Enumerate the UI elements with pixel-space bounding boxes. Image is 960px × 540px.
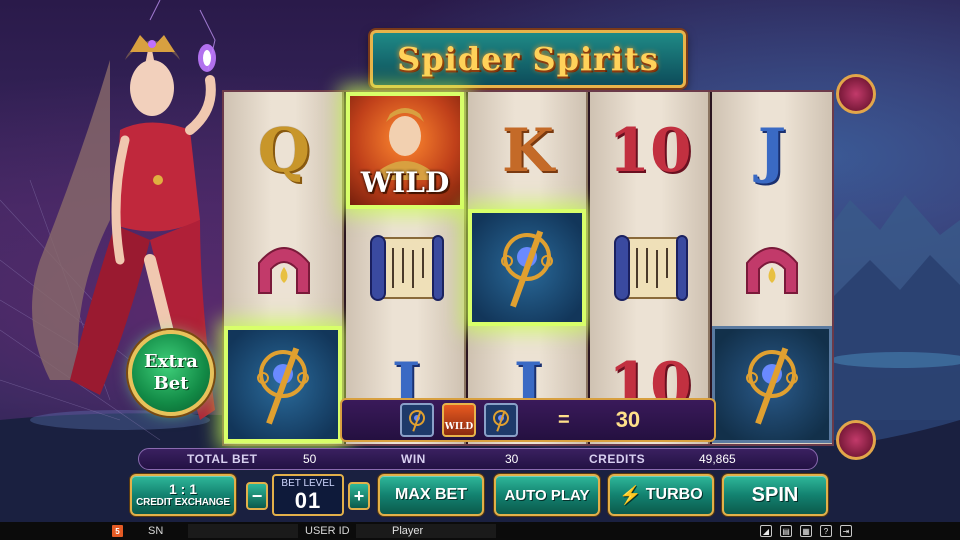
symbol-10: 10 xyxy=(608,115,692,186)
win-line-amount: 30 xyxy=(615,407,641,432)
symbol-q: Q xyxy=(257,115,311,186)
sound-icon[interactable]: ◢ xyxy=(760,525,772,537)
wild-symbol: WILD xyxy=(346,92,464,209)
reel-frame-ornament-icon xyxy=(836,74,876,114)
turbo-button[interactable]: ⚡ TURBO xyxy=(608,474,714,516)
max-bet-button[interactable]: MAX BET xyxy=(378,474,484,516)
bet-level-label: BET LEVEL xyxy=(281,477,335,489)
staff-icon xyxy=(484,403,518,437)
win-equals: = xyxy=(558,408,570,431)
history-icon[interactable]: ▤ xyxy=(780,525,792,537)
wild-label: WILD xyxy=(360,166,450,199)
max-bet-label: MAX BET xyxy=(395,486,467,503)
auto-play-button[interactable]: AUTO PLAY xyxy=(494,474,600,516)
symbol-k: K xyxy=(501,115,555,186)
reel-frame-ornament-icon xyxy=(836,420,876,460)
extra-bet-button[interactable]: Extra Bet xyxy=(128,330,214,416)
exit-icon[interactable]: ⇥ xyxy=(840,525,852,537)
html5-icon: 5 xyxy=(112,525,123,537)
credit-exchange-ratio: 1 : 1 xyxy=(168,480,197,497)
credits-label: CREDITS xyxy=(589,452,646,466)
credit-exchange-label: CREDIT EXCHANGE xyxy=(136,496,230,508)
reel-4: 10 10 xyxy=(590,92,710,444)
game-stage: Spider Spirits Q J WILD K J 10 10 J WILD… xyxy=(0,0,960,522)
sn-label: SN xyxy=(148,525,164,537)
game-title: Spider Spirits xyxy=(397,40,659,78)
staff-icon xyxy=(224,326,342,443)
lightning-icon: ⚡ xyxy=(619,484,642,505)
extra-bet-label-line1: Extra xyxy=(144,351,198,372)
credits-value: 49,865 xyxy=(699,452,736,466)
help-icon[interactable]: ? xyxy=(820,525,832,537)
bet-increase-button[interactable]: + xyxy=(348,482,370,510)
win-label: WIN xyxy=(401,452,426,466)
arch-icon xyxy=(224,209,342,326)
user-id-label: USER ID xyxy=(305,525,350,537)
win-line-display: WILD = 30 xyxy=(340,398,716,442)
bet-level-control: − BET LEVEL 01 + xyxy=(246,474,370,516)
user-id-value: Player xyxy=(356,524,496,538)
spin-button[interactable]: SPIN xyxy=(722,474,828,516)
auto-play-label: AUTO PLAY xyxy=(504,486,590,504)
bet-level-value: 01 xyxy=(294,487,322,513)
extra-bet-label-line2: Bet xyxy=(153,373,189,394)
scroll-icon xyxy=(590,209,708,326)
reel-5: J xyxy=(712,92,832,444)
spin-label: SPIN xyxy=(751,483,799,506)
staff-icon xyxy=(400,403,434,437)
bet-level-display: BET LEVEL 01 xyxy=(272,474,344,516)
paytable-icon[interactable]: ▦ xyxy=(800,525,812,537)
game-title-banner: Spider Spirits xyxy=(370,30,686,88)
credit-exchange-button[interactable]: 1 : 1 CREDIT EXCHANGE xyxy=(130,474,236,516)
reel-frame: Q J WILD K J 10 10 J xyxy=(222,90,834,446)
sn-field xyxy=(188,524,298,538)
info-bar: TOTAL BET 50 WIN 30 CREDITS 49,865 xyxy=(138,448,818,470)
total-bet-value: 50 xyxy=(303,452,317,466)
staff-icon xyxy=(468,209,586,326)
status-strip: 5 SN USER ID Player ◢ ▤ ▦ ? ⇥ xyxy=(0,522,960,540)
bet-decrease-button[interactable]: − xyxy=(246,482,268,510)
total-bet-label: TOTAL BET xyxy=(187,452,258,466)
wild-mini-icon: WILD xyxy=(442,403,476,437)
turbo-label: TURBO xyxy=(645,486,703,503)
scroll-icon xyxy=(346,209,464,326)
symbol-j: J xyxy=(757,115,787,186)
win-value: 30 xyxy=(505,452,519,466)
arch-icon xyxy=(712,209,832,326)
staff-icon xyxy=(712,326,832,443)
